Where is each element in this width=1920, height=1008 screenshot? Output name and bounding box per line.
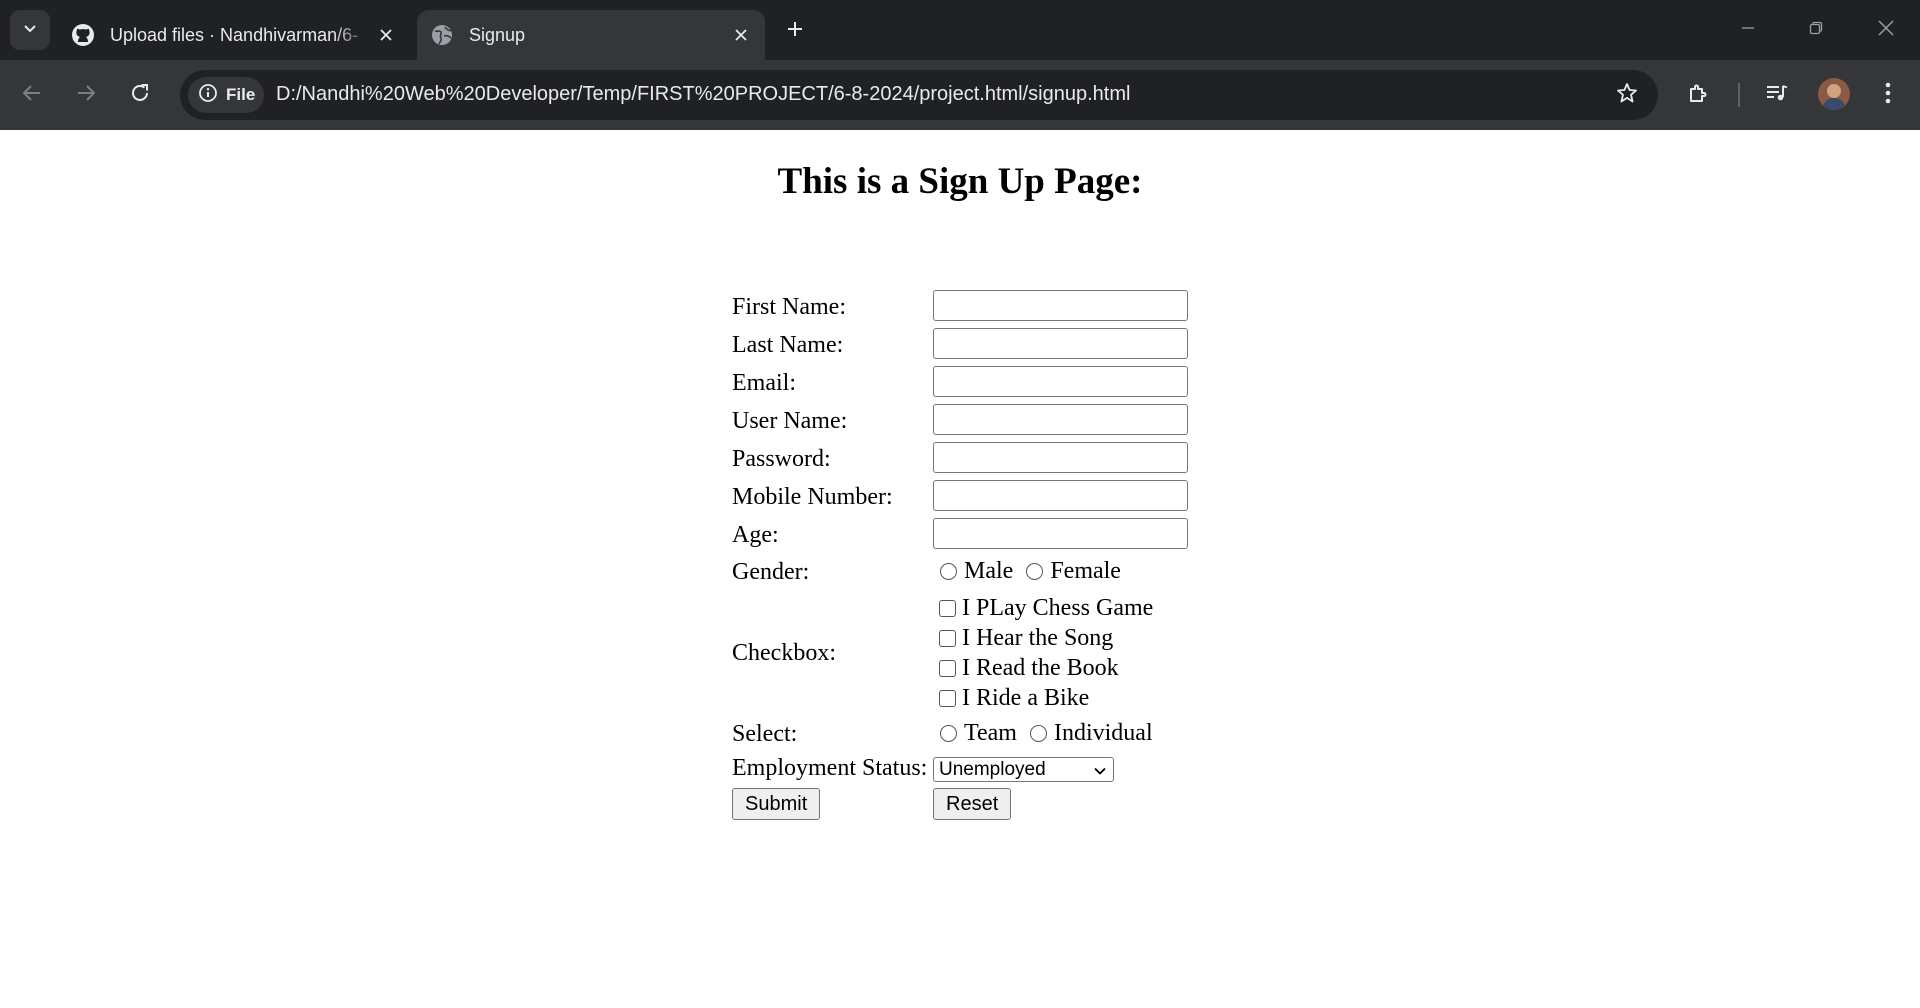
individual-radio[interactable] [1029, 725, 1047, 742]
book-checkbox[interactable] [939, 659, 956, 677]
first-name-label: First Name: [732, 294, 846, 320]
profile-avatar[interactable] [1818, 78, 1850, 110]
checkbox-option: I Read the Book [933, 653, 1153, 683]
queue-music-icon [1764, 80, 1790, 111]
checkbox-option: I Ride a Bike [933, 683, 1153, 713]
tab-title: Upload files · Nandhivarman/6- [110, 24, 359, 45]
chevron-down-icon [1093, 762, 1107, 784]
age-label: Age: [732, 522, 779, 548]
forward-button[interactable] [66, 75, 106, 115]
reset-button[interactable]: Reset [933, 788, 1012, 820]
employment-status-select[interactable]: Unemployed [933, 757, 1114, 782]
info-icon [198, 83, 218, 108]
checkbox-label: Checkbox: [732, 640, 836, 666]
gender-label: Gender: [732, 559, 810, 585]
tab-strip: Upload files · Nandhivarman/6- Signup [0, 0, 1920, 60]
toolbar-divider [1738, 83, 1740, 107]
bookmark-button[interactable] [1612, 80, 1642, 110]
reload-button[interactable] [120, 75, 160, 115]
close-icon [1877, 19, 1895, 42]
password-label: Password: [732, 446, 831, 472]
minimize-icon [1740, 20, 1756, 41]
signup-form: First Name: Last Name: Email: User Name:… [732, 290, 1188, 820]
restore-icon [1808, 20, 1824, 41]
chess-checkbox-label: I PLay Chess Game [962, 594, 1154, 621]
media-controls-button[interactable] [1759, 77, 1795, 113]
new-tab-button[interactable] [778, 14, 812, 48]
bike-checkbox[interactable] [939, 689, 956, 707]
plus-icon [786, 20, 804, 43]
individual-radio-label: Individual [1053, 720, 1153, 746]
last-name-input[interactable] [933, 328, 1188, 359]
page-content: This is a Sign Up Page: First Name: Last… [0, 130, 1920, 1008]
checkbox-option: I Hear the Song [933, 623, 1153, 653]
last-name-label: Last Name: [732, 332, 844, 358]
reload-icon [129, 82, 151, 109]
team-radio[interactable] [940, 725, 957, 742]
close-icon[interactable] [372, 21, 400, 49]
mobile-number-label: Mobile Number: [732, 484, 893, 510]
tab-title: Signup [469, 24, 526, 45]
github-icon [70, 22, 96, 48]
gender-female-label: Female [1050, 558, 1121, 584]
tab-upload-files[interactable]: Upload files · Nandhivarman/6- [58, 10, 410, 60]
gender-male-label: Male [964, 558, 1014, 584]
mobile-number-input[interactable] [933, 480, 1188, 511]
star-icon [1615, 81, 1639, 110]
url-text: D:/Nandhi%20Web%20Developer/Temp/FIRST%2… [276, 83, 1131, 105]
email-input[interactable] [933, 366, 1188, 397]
address-bar[interactable]: File D:/Nandhi%20Web%20Developer/Temp/FI… [180, 70, 1658, 120]
gender-male-radio[interactable] [940, 563, 957, 580]
minimize-button[interactable] [1720, 8, 1776, 52]
password-input[interactable] [933, 442, 1188, 473]
age-input[interactable] [933, 518, 1188, 549]
username-label: User Name: [732, 408, 848, 434]
arrow-left-icon [21, 82, 43, 109]
browser-toolbar: File D:/Nandhi%20Web%20Developer/Temp/FI… [0, 60, 1920, 130]
book-checkbox-label: I Read the Book [962, 654, 1119, 681]
tab-signup[interactable]: Signup [417, 10, 765, 60]
chess-checkbox[interactable] [939, 599, 956, 617]
restore-button[interactable] [1788, 8, 1844, 52]
close-icon[interactable] [727, 21, 755, 49]
select-label: Select: [732, 721, 798, 747]
hobbies-checkbox-group: I PLay Chess Game I Hear the Song I Read… [933, 593, 1153, 713]
team-radio-label: Team [964, 720, 1017, 746]
menu-button[interactable] [1870, 77, 1906, 113]
employment-status-value: Unemployed [939, 758, 1046, 780]
checkbox-option: I PLay Chess Game [933, 593, 1153, 623]
puzzle-icon [1686, 80, 1712, 111]
submit-button[interactable]: Submit [732, 788, 821, 820]
bike-checkbox-label: I Ride a Bike [962, 684, 1090, 711]
globe-icon [429, 22, 455, 48]
more-vertical-icon [1884, 80, 1892, 111]
back-button[interactable] [12, 75, 52, 115]
email-label: Email: [732, 370, 796, 396]
employment-status-label: Employment Status: [732, 755, 928, 781]
close-window-button[interactable] [1858, 8, 1914, 52]
chevron-down-icon [22, 20, 38, 41]
username-input[interactable] [933, 404, 1188, 435]
song-checkbox[interactable] [939, 629, 956, 647]
extensions-button[interactable] [1681, 77, 1717, 113]
arrow-right-icon [75, 82, 97, 109]
site-info-label: File [226, 85, 256, 104]
select-radio-group: Team Individual [933, 720, 1159, 747]
gender-radio-group: Male Female [933, 558, 1127, 585]
tab-search-button[interactable] [10, 10, 50, 50]
page-title: This is a Sign Up Page: [777, 161, 1143, 202]
first-name-input[interactable] [933, 290, 1188, 321]
song-checkbox-label: I Hear the Song [962, 624, 1114, 651]
gender-female-radio[interactable] [1026, 563, 1044, 580]
